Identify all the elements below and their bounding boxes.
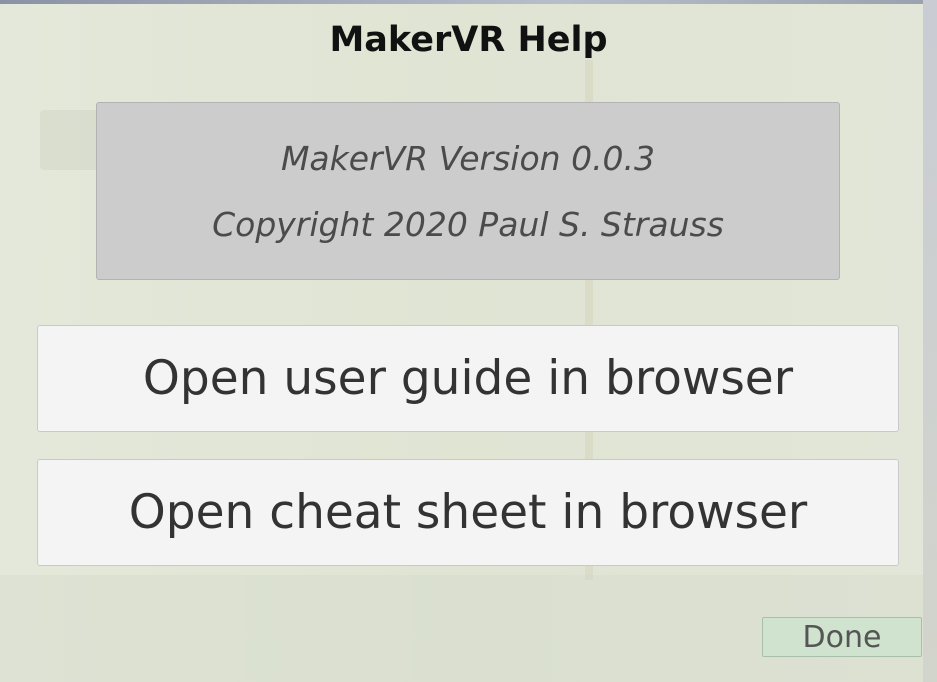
done-label: Done [802, 619, 882, 655]
open-cheat-sheet-label: Open cheat sheet in browser [128, 485, 808, 540]
open-cheat-sheet-button[interactable]: Open cheat sheet in browser [37, 459, 899, 566]
copyright-text: Copyright 2020 Paul S. Strauss [212, 205, 724, 244]
version-text: MakerVR Version 0.0.3 [280, 139, 656, 178]
open-user-guide-button[interactable]: Open user guide in browser [37, 325, 899, 432]
open-user-guide-label: Open user guide in browser [142, 351, 794, 406]
dialog-title: MakerVR Help [329, 20, 608, 60]
version-info-panel: MakerVR Version 0.0.3 Copyright 2020 Pau… [96, 102, 840, 280]
done-button[interactable]: Done [762, 617, 922, 657]
help-dialog: MakerVR Help MakerVR Version 0.0.3 Copyr… [0, 4, 923, 682]
window-right-edge [923, 0, 937, 682]
